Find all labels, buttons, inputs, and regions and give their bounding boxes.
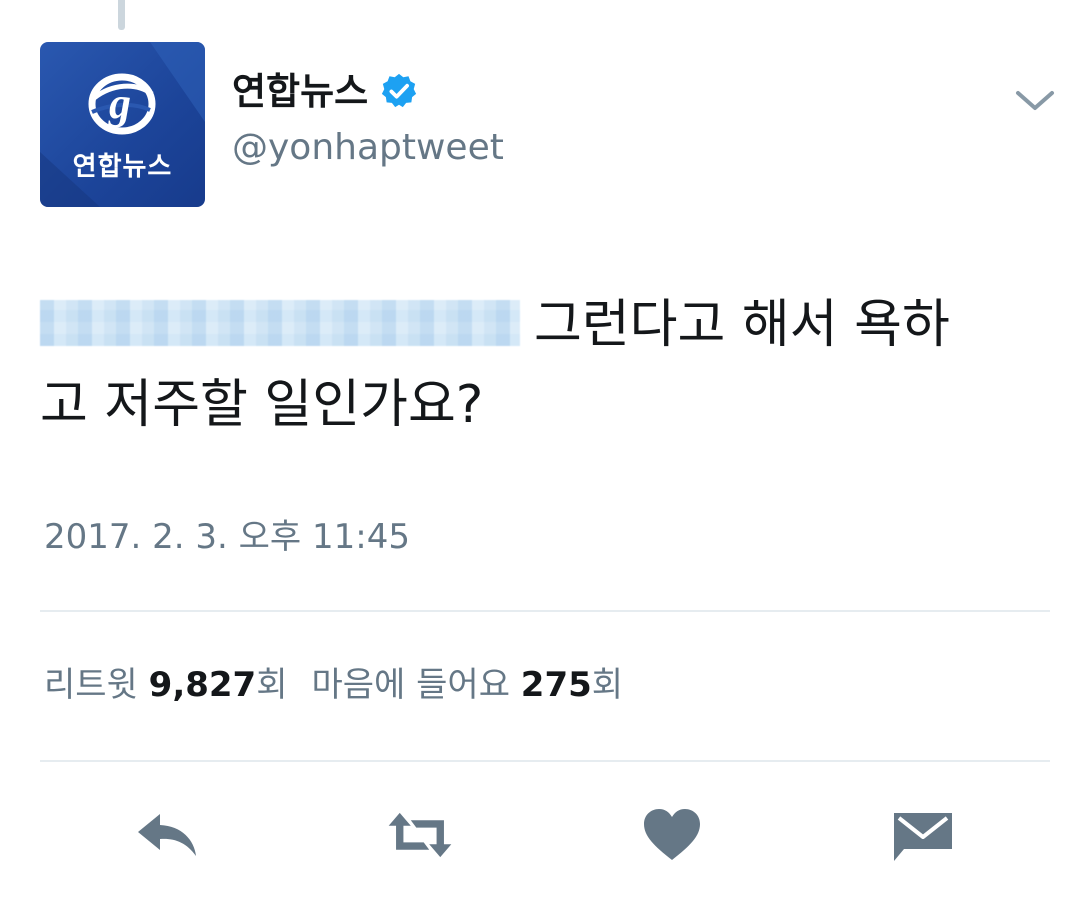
username-handle[interactable]: @yonhaptweet — [232, 130, 504, 166]
divider — [40, 610, 1050, 612]
tweet-detail: g 연합뉴스 연합뉴스 @yonhaptweet 그런다고 해서 욕하 고 저주… — [0, 0, 1091, 898]
tweet-timestamp[interactable]: 2017. 2. 3. 오후 11:45 — [44, 520, 410, 554]
display-name-text[interactable]: 연합뉴스 — [232, 73, 368, 110]
retweet-button[interactable] — [385, 805, 455, 865]
like-unit: 회 — [591, 665, 624, 705]
avatar[interactable]: g 연합뉴스 — [40, 42, 205, 207]
envelope-icon — [894, 813, 952, 861]
retweet-count: 9,827 — [148, 665, 257, 705]
tweet-text-line-1: 그런다고 해서 욕하 — [534, 295, 950, 355]
like-label: 마음에 들어요 — [311, 665, 510, 705]
avatar-label: 연합뉴스 — [72, 152, 173, 182]
redacted-mention — [40, 300, 520, 346]
reply-icon — [138, 814, 196, 856]
retweet-stat[interactable]: 리트윗 9,827회 — [44, 665, 287, 705]
svg-text:g: g — [108, 79, 131, 128]
retweet-icon — [388, 812, 452, 858]
reply-button[interactable] — [134, 805, 204, 865]
like-stat[interactable]: 마음에 들어요 275회 — [311, 665, 623, 705]
like-count: 275 — [520, 665, 592, 705]
retweet-label: 리트윗 — [44, 665, 138, 705]
direct-message-button[interactable] — [888, 805, 958, 865]
chevron-down-icon[interactable] — [1014, 86, 1056, 114]
divider — [40, 760, 1050, 762]
verified-badge-icon — [382, 73, 417, 108]
like-button[interactable] — [637, 805, 707, 865]
retweet-unit: 회 — [256, 665, 288, 705]
tweet-line-1: 그런다고 해서 욕하 — [40, 285, 1050, 365]
tweet-text-line-2: 고 저주할 일인가요? — [40, 375, 484, 435]
tweet-body: 그런다고 해서 욕하 고 저주할 일인가요? — [40, 285, 1050, 445]
heart-icon — [644, 809, 700, 860]
engagement-stats: 리트윗 9,827회 마음에 들어요 275회 — [44, 668, 623, 702]
display-name[interactable]: 연합뉴스 — [232, 72, 418, 110]
thread-connector — [118, 0, 125, 30]
